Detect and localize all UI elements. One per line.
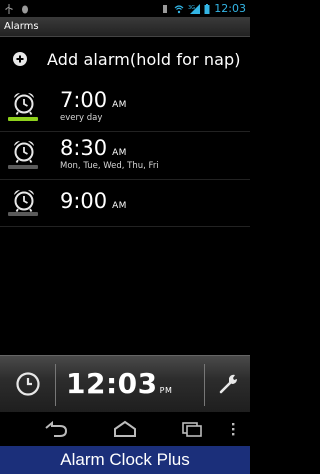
divider bbox=[0, 179, 250, 180]
back-icon[interactable] bbox=[42, 419, 70, 439]
alarm-hour: 9:00 bbox=[60, 189, 108, 213]
status-time: 12:03 bbox=[214, 2, 246, 15]
wrench-icon[interactable] bbox=[216, 372, 240, 396]
alarm-row[interactable]: 8:30 AM Mon, Tue, Wed, Thu, Fri bbox=[0, 134, 250, 180]
alarm-ampm: AM bbox=[112, 100, 127, 110]
alarm-ampm: AM bbox=[112, 148, 127, 158]
current-time-ampm: PM bbox=[159, 386, 173, 395]
alarm-days: every day bbox=[60, 113, 103, 123]
add-alarm-label: Add alarm(hold for nap) bbox=[47, 49, 241, 69]
vibrate-icon bbox=[163, 4, 168, 13]
alarm-days: Mon, Tue, Wed, Thu, Fri bbox=[60, 161, 159, 171]
debug-icon bbox=[22, 5, 28, 13]
current-time: 12:03 PM bbox=[66, 367, 172, 408]
clock-panel: 12:03 PM bbox=[0, 355, 250, 413]
divider bbox=[0, 226, 250, 227]
add-alarm-button[interactable]: Add alarm(hold for nap) bbox=[0, 40, 250, 78]
battery-icon bbox=[204, 3, 210, 14]
alarm-clock-icon bbox=[14, 141, 34, 163]
current-time-value: 12:03 bbox=[66, 367, 158, 400]
plus-icon bbox=[13, 52, 27, 66]
clock-icon[interactable] bbox=[16, 372, 40, 396]
alarm-row[interactable]: 9:00 AM bbox=[0, 183, 250, 229]
title-bar: Alarms bbox=[0, 17, 250, 37]
alarm-disabled-indicator[interactable] bbox=[8, 212, 38, 216]
alarm-ampm: AM bbox=[112, 201, 127, 211]
alarm-time: 9:00 AM bbox=[60, 189, 127, 218]
menu-icon[interactable] bbox=[228, 419, 238, 439]
wifi-icon bbox=[174, 4, 184, 13]
signal-icon: 3G bbox=[188, 3, 201, 14]
home-icon[interactable] bbox=[112, 419, 138, 439]
divider bbox=[55, 364, 56, 406]
app-name-banner: Alarm Clock Plus bbox=[0, 446, 250, 474]
navigation-bar bbox=[0, 412, 250, 446]
page-title: Alarms bbox=[4, 21, 39, 32]
alarm-disabled-indicator[interactable] bbox=[8, 165, 38, 169]
alarm-clock-icon bbox=[14, 93, 34, 115]
divider bbox=[0, 131, 250, 132]
alarm-clock-icon bbox=[14, 190, 34, 212]
recent-apps-icon[interactable] bbox=[180, 419, 204, 439]
status-bar: 3G 12:03 bbox=[0, 0, 250, 17]
alarm-row[interactable]: 7:00 AM every day bbox=[0, 86, 250, 132]
usb-icon bbox=[5, 3, 13, 14]
app-name: Alarm Clock Plus bbox=[60, 450, 190, 469]
alarm-hour: 8:30 bbox=[60, 136, 108, 160]
divider bbox=[204, 364, 205, 406]
alarm-enabled-indicator[interactable] bbox=[8, 117, 38, 121]
alarm-hour: 7:00 bbox=[60, 88, 108, 112]
